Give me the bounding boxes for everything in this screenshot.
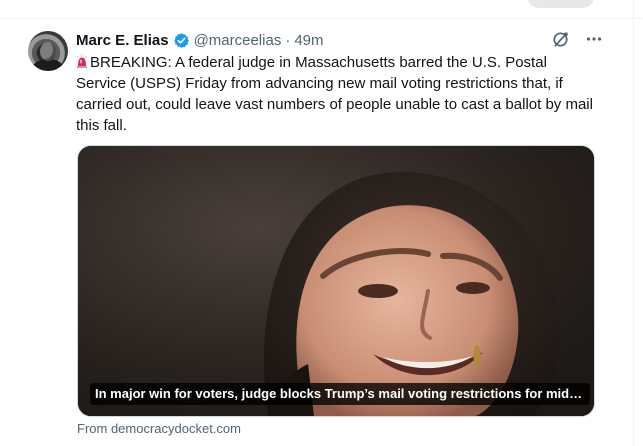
tweet-header: Marc E. Elias @marceelias · 49m: [76, 29, 324, 51]
tweet-actions: [550, 29, 604, 49]
link-source[interactable]: From democracydocket.com: [77, 421, 241, 436]
slashed-circle-icon[interactable]: [550, 29, 570, 49]
previous-tweet-edge: [0, 0, 643, 19]
link-card-title: In major win for voters, judge blocks Tr…: [90, 383, 590, 405]
link-preview-card[interactable]: In major win for voters, judge blocks Tr…: [77, 145, 595, 417]
tweet-screen: Marc E. Elias @marceelias · 49m BREAKING…: [0, 0, 643, 446]
author-name[interactable]: Marc E. Elias: [76, 32, 169, 49]
tweet-body-text: BREAKING: A federal judge in Massachuset…: [76, 54, 593, 134]
tweet[interactable]: Marc E. Elias @marceelias · 49m BREAKING…: [14, 19, 633, 446]
article-photo: [78, 146, 594, 416]
tweet-timestamp[interactable]: 49m: [294, 32, 323, 49]
ellipsis-icon[interactable]: [584, 29, 604, 49]
avatar[interactable]: [28, 31, 68, 71]
tweet-text: BREAKING: A federal judge in Massachuset…: [76, 52, 596, 136]
top-pill-button[interactable]: [528, 0, 594, 8]
author-handle[interactable]: @marceelias: [194, 32, 282, 49]
verified-badge-icon: [173, 32, 189, 48]
siren-emoji-icon: [76, 55, 88, 68]
timeline-border: [633, 0, 634, 446]
avatar-face: [40, 42, 56, 61]
header-separator: ·: [285, 31, 291, 49]
